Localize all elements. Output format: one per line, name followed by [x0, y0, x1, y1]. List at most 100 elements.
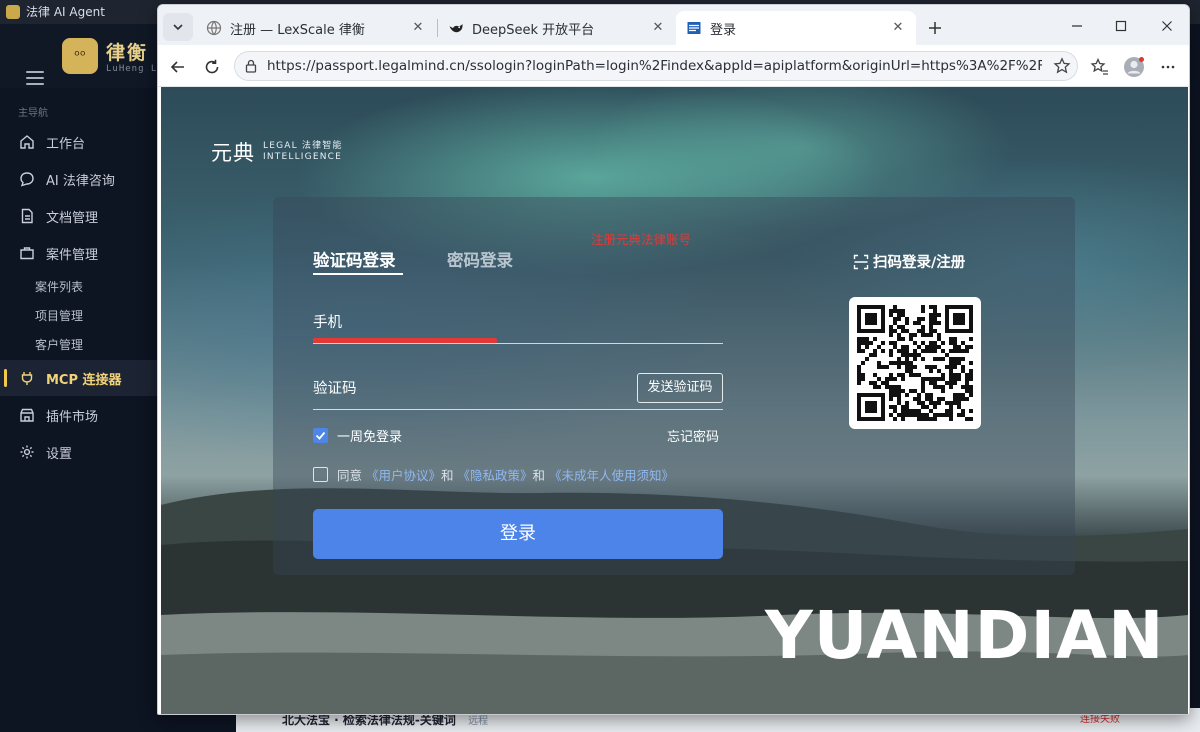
gear-icon: [18, 443, 36, 461]
address-bar: https://passport.legalmind.cn/ssologin?l…: [158, 45, 1189, 87]
phone-input[interactable]: 手机: [313, 311, 342, 332]
chevron-down-icon: [173, 24, 183, 31]
url-text[interactable]: https://passport.legalmind.cn/ssologin?l…: [267, 58, 1042, 74]
site-favicon-icon: [686, 20, 702, 36]
minimize-button[interactable]: [1060, 13, 1094, 39]
avatar-icon: [1124, 57, 1144, 77]
agree-conjunction: 和: [441, 468, 454, 483]
sidebar-item-label: MCP 连接器: [46, 372, 122, 388]
plug-icon: [18, 369, 36, 387]
minor-notice-link[interactable]: 《未成年人使用须知》: [549, 468, 674, 483]
reload-icon: [205, 59, 219, 74]
maximize-button[interactable]: [1104, 13, 1138, 39]
remember-checkbox[interactable]: [313, 428, 328, 443]
briefcase-icon: [18, 244, 36, 262]
login-button[interactable]: 登录: [313, 509, 723, 559]
qr-login-title[interactable]: 扫码登录/注册: [853, 251, 965, 272]
sidebar-item-settings[interactable]: 设置: [0, 434, 160, 470]
browser-window: 注册 — LexScale 律衡 ✕ DeepSeek 开放平台 ✕ 登录 ✕: [157, 4, 1190, 715]
agree-conjunction: 和: [532, 468, 546, 483]
code-input-underline: [313, 409, 723, 410]
agree-terms-text: 同意 《用户协议》和 《隐私政策》和 《未成年人使用须知》: [337, 465, 674, 484]
profile-button[interactable]: [1122, 55, 1146, 79]
sidebar-subitem-projects[interactable]: 项目管理: [35, 307, 83, 324]
brand-subtitle: LuHeng Le: [106, 64, 164, 74]
tab-register-lexscale[interactable]: 注册 — LexScale 律衡 ✕: [196, 11, 436, 45]
sidebar-subitem-clients[interactable]: 客户管理: [35, 336, 83, 353]
arrow-left-icon: [170, 61, 184, 73]
tab-label: DeepSeek 开放平台: [472, 22, 595, 38]
agree-terms-checkbox[interactable]: [313, 467, 328, 482]
tab-sms-login[interactable]: 验证码登录: [313, 247, 396, 271]
tab-bar: 注册 — LexScale 律衡 ✕ DeepSeek 开放平台 ✕ 登录 ✕: [158, 5, 1189, 45]
minimize-icon: [1072, 25, 1082, 27]
background-app-title: 法律 AI Agent: [26, 5, 105, 19]
register-account-link[interactable]: 注册元典法律账号: [591, 229, 691, 248]
connector-tag: 远程: [468, 716, 489, 727]
privacy-policy-link[interactable]: 《隐私政策》: [458, 468, 533, 483]
sidebar-item-cases[interactable]: 案件管理: [0, 235, 160, 271]
store-icon: [18, 406, 36, 424]
verification-code-input[interactable]: 验证码: [313, 377, 357, 398]
user-agreement-link[interactable]: 《用户协议》: [366, 468, 441, 483]
forgot-password-link[interactable]: 忘记密码: [667, 426, 719, 445]
tab-login-active[interactable]: 登录 ✕: [676, 11, 916, 45]
sidebar-item-label: 文档管理: [46, 210, 99, 226]
sidebar-subitem-case-list[interactable]: 案件列表: [35, 278, 83, 295]
sidebar-item-label: 工作台: [46, 136, 86, 152]
chat-icon: [18, 170, 36, 188]
back-button[interactable]: [166, 55, 190, 79]
sidebar-item-label: 插件市场: [46, 409, 99, 425]
favorites-button[interactable]: [1088, 55, 1112, 79]
site-logo-en-line2: INTELLIGENCE: [263, 152, 343, 162]
close-icon: [1162, 21, 1172, 31]
sidebar-item-label: AI 法律咨询: [46, 173, 115, 189]
send-code-button[interactable]: 发送验证码: [637, 373, 723, 403]
more-icon: [1161, 65, 1175, 69]
close-window-button[interactable]: [1150, 13, 1184, 39]
qr-login-label: 扫码登录/注册: [873, 255, 966, 271]
url-bar[interactable]: https://passport.legalmind.cn/ssologin?l…: [234, 51, 1078, 81]
tab-deepseek[interactable]: DeepSeek 开放平台 ✕: [438, 11, 676, 45]
remember-label: 一周免登录: [337, 430, 403, 445]
qr-code-image: [857, 305, 973, 421]
tab-password-login[interactable]: 密码登录: [447, 247, 513, 271]
connector-name: 北大法宝 · 检索法律法规-关键词: [282, 713, 456, 727]
check-icon: [315, 431, 326, 440]
star-icon[interactable]: [1053, 57, 1071, 75]
active-tab-underline: [313, 273, 403, 275]
tab-close-icon[interactable]: ✕: [650, 20, 666, 35]
sidebar-item-mcp-connector[interactable]: MCP 连接器: [0, 360, 160, 396]
lock-icon[interactable]: [243, 58, 259, 74]
tab-label: 登录: [710, 22, 737, 38]
hamburger-menu-icon[interactable]: [26, 71, 44, 87]
globe-icon: [206, 20, 222, 36]
document-icon: [18, 207, 36, 225]
app-icon: [6, 5, 20, 19]
sidebar-item-ai-consult[interactable]: AI 法律咨询: [0, 161, 160, 197]
qr-code: [849, 297, 981, 429]
site-logo-en-line1: LEGAL 法律智能: [263, 141, 343, 151]
new-tab-button[interactable]: [922, 15, 948, 41]
sidebar-item-label: 案件管理: [46, 247, 99, 263]
sidebar: 主导航 工作台 AI 法律咨询 文档管理 案件管理 案件列表 项目管理 客户管理…: [0, 88, 160, 732]
maximize-icon: [1115, 20, 1127, 32]
plus-icon: [929, 22, 941, 34]
sidebar-item-plugin-market[interactable]: 插件市场: [0, 397, 160, 433]
reload-button[interactable]: [200, 55, 224, 79]
sidebar-item-workbench[interactable]: 工作台: [0, 124, 160, 160]
home-icon: [18, 133, 36, 151]
tab-close-icon[interactable]: ✕: [410, 20, 426, 35]
scan-icon: [853, 254, 869, 269]
more-menu-button[interactable]: [1156, 55, 1180, 79]
phone-input-underline: [313, 343, 723, 344]
tab-search-button[interactable]: [163, 13, 193, 41]
site-logo-en: LEGAL 法律智能 INTELLIGENCE: [263, 141, 343, 163]
site-logo-cn: 元典: [211, 141, 255, 165]
sidebar-item-documents[interactable]: 文档管理: [0, 198, 160, 234]
tab-label: 注册 — LexScale 律衡: [230, 22, 365, 38]
favorites-icon: [1090, 57, 1108, 75]
tab-close-icon[interactable]: ✕: [890, 20, 906, 35]
sidebar-item-label: 设置: [46, 446, 73, 462]
deepseek-icon: [448, 20, 464, 36]
